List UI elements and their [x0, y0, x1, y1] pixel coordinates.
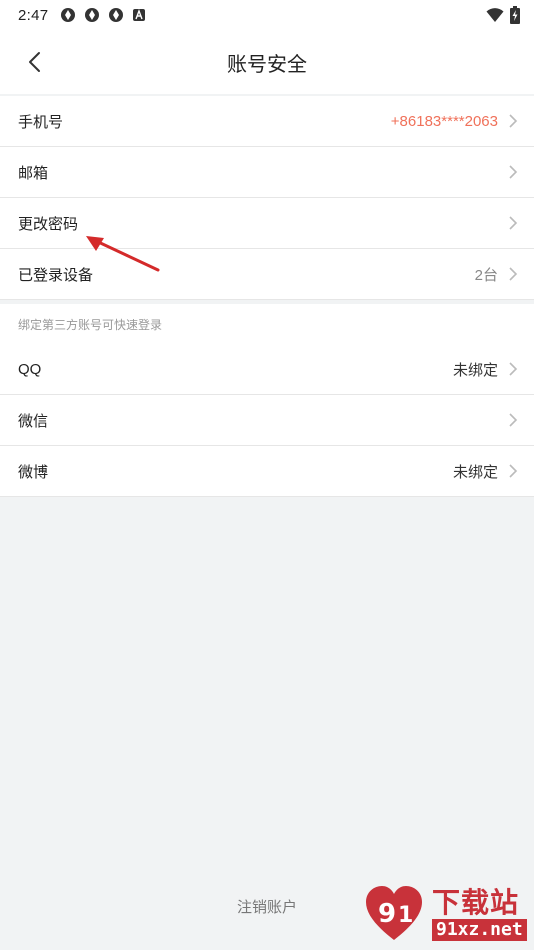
third-party-accounts-list: 绑定第三方账号可快速登录 QQ 未绑定 微信 微博 未绑定	[0, 304, 534, 497]
phone-number-value: +86183****2063	[390, 112, 498, 130]
section-header: 绑定第三方账号可快速登录	[18, 317, 163, 332]
aperture-icon	[85, 8, 100, 22]
status-time: 2:47	[18, 6, 49, 24]
row-qq[interactable]: QQ 未绑定	[0, 344, 534, 395]
annotation-arrow-icon	[86, 236, 160, 272]
chevron-left-icon	[29, 52, 40, 72]
row-email[interactable]: 邮箱	[0, 147, 534, 198]
binding-status: 未绑定	[452, 463, 498, 481]
row-label: 邮箱	[18, 164, 49, 182]
row-phone[interactable]: 手机号 +86183****2063	[0, 96, 534, 147]
watermark-cn: 下载站	[432, 887, 520, 918]
status-bar: 2:47	[0, 0, 534, 30]
row-weibo[interactable]: 微博 未绑定	[0, 446, 534, 497]
aperture-icon	[109, 8, 124, 22]
app-bar: 账号安全	[0, 30, 534, 94]
back-button[interactable]	[20, 48, 48, 76]
status-icons-left	[60, 7, 146, 23]
chevron-right-icon	[509, 464, 518, 478]
aperture-icon	[61, 8, 76, 22]
chevron-right-icon	[509, 413, 518, 427]
device-count-value: 2台	[474, 266, 498, 284]
chevron-right-icon	[509, 216, 518, 230]
chevron-right-icon	[509, 362, 518, 376]
status-icons-right	[486, 6, 520, 24]
watermark-text: 下载站 91xz.net	[432, 887, 527, 941]
battery-charging-icon	[510, 6, 520, 24]
row-label: 微信	[18, 412, 49, 430]
watermark-en: 91xz.net	[432, 919, 527, 941]
row-label: QQ	[18, 360, 42, 378]
chevron-right-icon	[509, 267, 518, 281]
chevron-right-icon	[509, 165, 518, 179]
row-label: 微博	[18, 463, 49, 481]
page-title: 账号安全	[227, 53, 307, 76]
binding-status: 未绑定	[452, 361, 498, 379]
row-label: 更改密码	[18, 215, 79, 233]
watermark: 9 1 下载站 91xz.net	[358, 878, 534, 950]
row-label: 手机号	[18, 113, 64, 131]
svg-text:9: 9	[378, 899, 396, 929]
svg-text:1: 1	[398, 903, 413, 928]
site-logo-icon: 9 1	[366, 886, 422, 940]
row-wechat[interactable]: 微信	[0, 395, 534, 446]
chevron-right-icon	[509, 114, 518, 128]
wifi-icon	[486, 8, 504, 22]
app-badge-icon	[133, 9, 146, 21]
